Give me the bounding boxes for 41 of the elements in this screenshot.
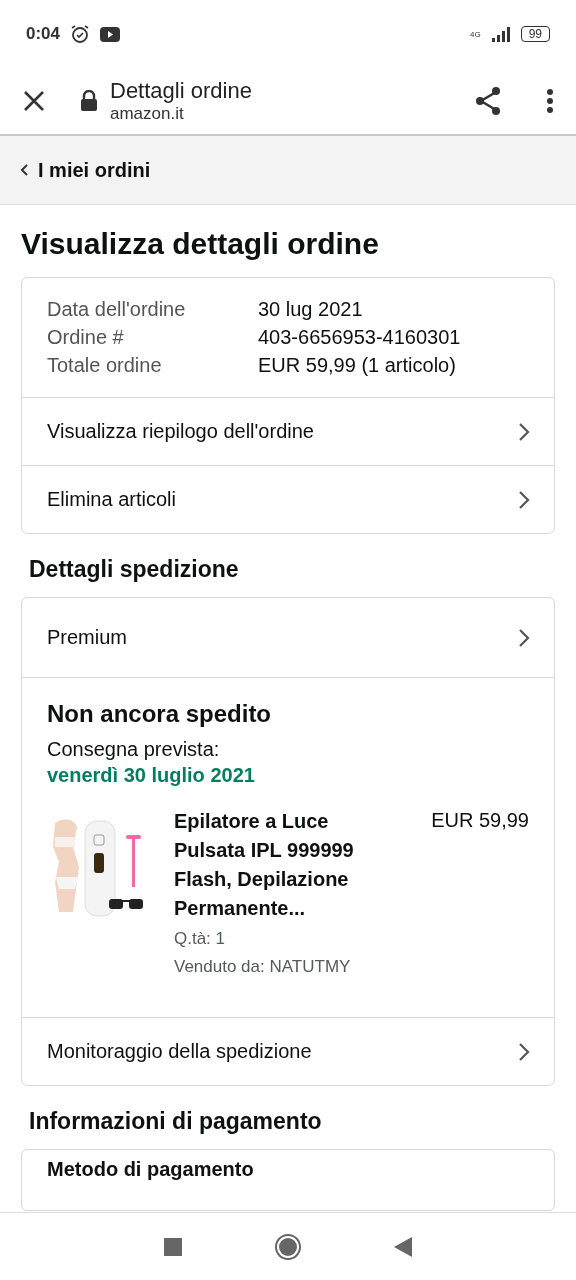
chevron-right-icon [518, 489, 530, 510]
more-icon[interactable] [546, 89, 554, 113]
alarm-icon [70, 24, 91, 44]
clock-time: 0:04 [26, 24, 61, 44]
info-value: EUR 59,99 (1 articolo) [258, 354, 457, 377]
recent-apps-icon[interactable] [164, 1237, 182, 1256]
signal-icon [490, 26, 511, 42]
info-label: Totale ordine [47, 354, 163, 377]
site-url: amazon.it [110, 104, 185, 124]
battery-level: 99 [520, 26, 550, 42]
network-type: 4G [469, 29, 481, 39]
delivery-label: Consegna prevista: [47, 738, 221, 761]
section-heading: Informazioni di pagamento [29, 1108, 323, 1135]
chevron-right-icon [518, 627, 530, 648]
quantity: Q.tà: 1 [174, 929, 227, 949]
info-value: 403-6656953-4160301 [258, 326, 462, 349]
link-row[interactable]: Premium [22, 598, 554, 678]
shipment-status: Non ancora spedito [47, 700, 273, 728]
section-heading: Dettagli spedizione [29, 556, 240, 583]
product-price: EUR 59,99 [431, 809, 529, 833]
chevron-right-icon [518, 421, 530, 442]
info-value: 30 lug 2021 [258, 298, 364, 321]
home-icon[interactable] [274, 1232, 302, 1261]
product-title[interactable]: Epilatore a Luce Pulsata IPL 999999 Flash, Depilazione Permanente... [174, 807, 384, 923]
info-label: Ordine # [47, 326, 125, 349]
breadcrumb-link[interactable]: I miei ordini [38, 158, 151, 182]
chevron-right-icon [518, 1041, 530, 1062]
payment-method-heading: Metodo di pagamento [46, 1157, 255, 1182]
back-icon[interactable] [394, 1236, 412, 1257]
page-title: Dettagli ordine [110, 78, 252, 104]
info-label: Data dell'ordine [47, 298, 187, 321]
video-play-icon [100, 26, 121, 42]
close-icon[interactable] [22, 89, 46, 113]
lock-icon [80, 90, 98, 112]
seller: Venduto da: NATUTMY [174, 957, 352, 977]
link-row[interactable]: Visualizza riepilogo dell'ordine [22, 398, 554, 466]
section-title: Visualizza dettagli ordine [21, 227, 380, 261]
delivery-date: venerdì 30 luglio 2021 [47, 764, 256, 787]
link-row[interactable]: Monitoraggio della spedizione [22, 1018, 554, 1085]
chevron-left-icon [20, 164, 28, 176]
link-row[interactable]: Elimina articoli [22, 466, 554, 533]
